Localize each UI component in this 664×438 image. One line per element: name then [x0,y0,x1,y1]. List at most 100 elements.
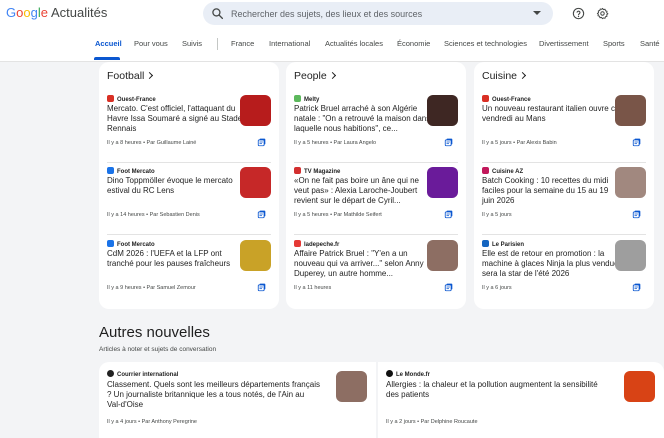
story-meta: Il y a 2 jours • Par Delphine Roucaute [386,419,478,425]
story-meta: Il y a 11 heures [294,285,332,291]
full-coverage-icon[interactable] [444,282,454,292]
full-coverage-icon[interactable] [257,137,267,147]
story-headline[interactable]: Batch Cooking : 10 recettes du midi faci… [482,176,622,206]
story-thumbnail[interactable] [336,371,367,402]
source-name: Courrier international [107,370,178,378]
top-app-bar: GoogleActualités Accueil Pour vous Suivis F… [0,0,664,62]
full-coverage-icon[interactable] [444,209,454,219]
tab-divertissement[interactable]: Divertissement [539,39,589,48]
story-item[interactable]: Le Parisien Elle est de retour en promoti… [474,237,654,307]
story-thumbnail[interactable] [427,167,458,198]
full-coverage-icon[interactable] [257,282,267,292]
search-input[interactable] [231,5,521,22]
logo-actualites-text: Actualités [50,5,108,20]
help-icon[interactable] [572,7,585,20]
more-news-card[interactable]: Courrier international Classement. Quels … [99,362,376,438]
tab-international[interactable]: International [269,39,310,48]
source-favicon-icon [386,370,393,377]
topic-card-football: Football Ouest-France Mercato. C'est offic… [99,62,279,309]
story-thumbnail[interactable] [624,371,655,402]
source-label: Cuisine AZ [492,169,524,175]
story-item[interactable]: ladepeche.fr Affaire Patrick Bruel : "Y'e… [286,237,466,307]
chevron-right-icon [328,71,336,80]
full-coverage-icon[interactable] [632,282,642,292]
tab-pour-vous[interactable]: Pour vous [134,39,168,48]
story-headline[interactable]: Patrick Bruel arraché à son Algérie nata… [294,104,434,134]
full-coverage-icon[interactable] [632,209,642,219]
tab-sant-[interactable]: Santé [640,39,660,48]
source-favicon-icon [107,370,114,377]
story-headline[interactable]: CdM 2026 : l'UEFA et la LFP ont tranché … [107,249,247,269]
story-thumbnail[interactable] [240,95,271,126]
story-item[interactable]: TV Magazine «On ne fait pas boire un âne … [286,164,466,234]
source-name: Le Monde.fr [386,370,430,378]
dropdown-arrow-icon[interactable] [533,11,541,15]
story-item[interactable]: Ouest-France Un nouveau restaurant italie… [474,92,654,162]
source-name: Foot Mercato [107,240,155,248]
story-thumbnail[interactable] [427,95,458,126]
story-thumbnail[interactable] [240,167,271,198]
topic-title-link[interactable]: People [294,70,336,82]
story-headline[interactable]: Mercato. C'est officiel, l'attaquant du … [107,104,247,134]
story-thumbnail[interactable] [615,240,646,271]
google-news-logo[interactable]: Google Actualités [6,5,107,20]
tab-actualit-s-locales[interactable]: Actualités locales [325,39,383,48]
tab-suivis[interactable]: Suivis [182,39,202,48]
story-headline[interactable]: Un nouveau restaurant italien ouvre ce v… [482,104,622,124]
story-meta: Il y a 5 heures • Par Laura Angelo [294,140,377,146]
source-name: Ouest-France [107,95,156,103]
story-headline[interactable]: Elle est de retour en promotion : la mac… [482,249,622,279]
story-item[interactable]: Foot Mercato Dino Toppmöller évoque le me… [99,164,279,234]
tab-sports[interactable]: Sports [603,39,625,48]
story-thumbnail[interactable] [615,95,646,126]
topic-title-link[interactable]: Cuisine [482,70,527,82]
source-name: Foot Mercato [107,167,155,175]
story-headline[interactable]: «On ne fait pas boire un âne qui ne veut… [294,176,434,206]
tab-sciences-et-technologies[interactable]: Sciences et technologies [444,39,527,48]
story-thumbnail[interactable] [427,240,458,271]
story-meta: Il y a 5 jours • Par Alexis Babin [482,140,557,146]
source-name: Le Parisien [482,240,524,248]
story-meta: Il y a 4 jours • Par Anthony Peregrine [107,419,197,425]
topic-title-link[interactable]: Football [107,70,154,82]
topic-card-cuisine: Cuisine Ouest-France Un nouveau restaurant… [474,62,654,309]
story-item[interactable]: Foot Mercato CdM 2026 : l'UEFA et la LFP … [99,237,279,307]
source-label: Courrier international [117,372,179,378]
story-thumbnail[interactable] [615,167,646,198]
story-item[interactable]: Cuisine AZ Batch Cooking : 10 recettes du… [474,164,654,234]
story-headline[interactable]: Affaire Patrick Bruel : "Y'en a un nouve… [294,249,434,279]
source-favicon-icon [107,240,114,247]
source-favicon-icon [107,167,114,174]
source-label: Le Parisien [492,242,525,248]
more-news-card[interactable]: Le Monde.fr Allergies : la chaleur et la … [378,362,664,438]
tab--conomie[interactable]: Économie [397,39,430,48]
tab-accueil[interactable]: Accueil [95,39,122,48]
source-name: TV Magazine [294,167,340,175]
full-coverage-icon[interactable] [257,209,267,219]
source-favicon-icon [482,167,489,174]
source-label: Ouest-France [117,97,156,103]
source-favicon-icon [482,95,489,102]
source-name: Melty [294,95,319,103]
full-coverage-icon[interactable] [444,137,454,147]
tab-france[interactable]: France [231,39,254,48]
search-bar[interactable] [203,2,553,25]
story-meta: Il y a 5 heures • Par Mathilde Seifert [294,212,382,218]
more-news-title: Autres nouvelles [99,324,210,341]
story-headline[interactable]: Classement. Quels sont les meilleurs dép… [107,380,320,410]
source-favicon-icon [294,240,301,247]
story-thumbnail[interactable] [240,240,271,271]
full-coverage-icon[interactable] [632,137,642,147]
source-favicon-icon [482,240,489,247]
source-label: Ouest-France [492,97,531,103]
topic-card-people: People Melty Patrick Bruel arraché à son A… [286,62,466,309]
source-favicon-icon [294,167,301,174]
source-label: Le Monde.fr [396,372,430,378]
search-icon[interactable] [211,7,224,20]
settings-gear-icon[interactable] [596,7,609,20]
story-headline[interactable]: Dino Toppmöller évoque le mercato estiva… [107,176,247,196]
story-headline[interactable]: Allergies : la chaleur et la pollution a… [386,380,608,400]
source-name: Ouest-France [482,95,531,103]
story-item[interactable]: Melty Patrick Bruel arraché à son Algérie… [286,92,466,162]
story-item[interactable]: Ouest-France Mercato. C'est officiel, l'a… [99,92,279,162]
